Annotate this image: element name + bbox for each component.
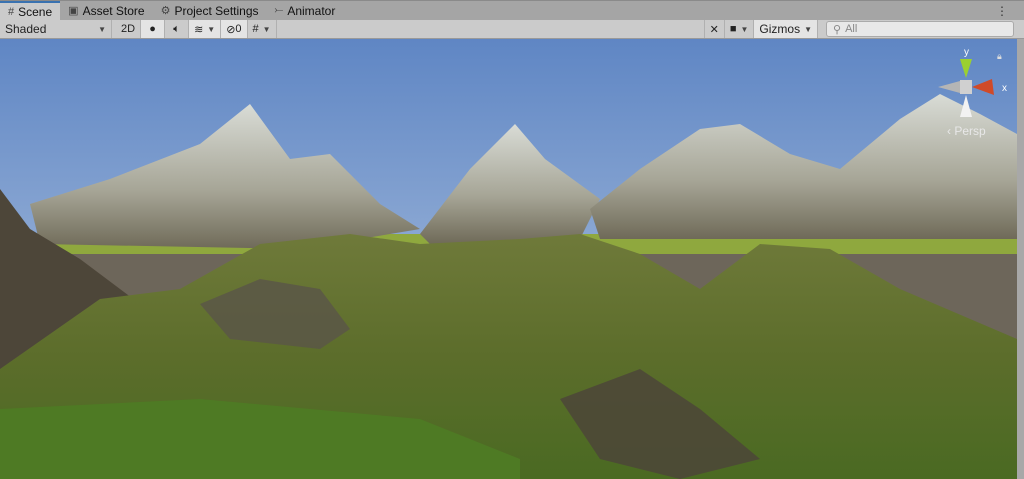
scene-viewport[interactable] (0, 39, 1017, 479)
audio-toggle[interactable]: 🔈︎ (165, 20, 190, 38)
center-cube[interactable] (960, 80, 972, 94)
bag-icon: ▣ (68, 5, 79, 17)
tab-scene[interactable]: # Scene (0, 1, 61, 20)
shading-mode-dropdown[interactable]: Shaded ▼ (0, 20, 112, 38)
tools-icon: ✕ (709, 23, 719, 36)
lighting-toggle[interactable]: ● (141, 20, 166, 38)
chevron-down-icon: ▼ (740, 24, 749, 34)
projection-toggle[interactable]: ‹ Persp (947, 124, 986, 138)
neg-y-axis-cone[interactable] (960, 95, 972, 117)
camera-dropdown[interactable]: ■ ▼ (725, 20, 755, 38)
gizmos-dropdown[interactable]: Gizmos ▼ (754, 20, 818, 38)
more-options-icon[interactable]: ⋮ (996, 4, 1008, 18)
tab-asset-store[interactable]: ▣ Asset Store (60, 1, 152, 20)
y-axis-cone[interactable] (960, 59, 972, 78)
axis-y-label: y (964, 47, 969, 58)
layers-icon: ≋ (194, 23, 204, 36)
camera-icon: ■ (729, 23, 737, 35)
tab-project-settings[interactable]: ⚙ Project Settings (153, 1, 267, 20)
grid-icon: # (8, 5, 15, 18)
x-axis-cone[interactable] (972, 79, 994, 95)
tab-bar: # Scene ▣ Asset Store ⚙ Project Settings ⤚ A… (0, 0, 1024, 20)
terrain-render (0, 39, 1017, 479)
search-icon: ⚲ (833, 23, 842, 36)
chevron-down-icon: ▼ (98, 24, 106, 34)
neg-x-axis-cone[interactable] (938, 81, 960, 93)
speaker-icon: 🔈︎ (173, 22, 180, 35)
scrollbar[interactable] (1017, 39, 1024, 479)
chevron-down-icon: ▼ (207, 24, 216, 34)
tab-animator[interactable]: ⤚ Animator (267, 1, 344, 20)
search-input[interactable]: ⚲ All (826, 21, 1014, 37)
lock-icon[interactable]: 🔒︎ (997, 51, 1002, 62)
scene-toolbar: Shaded ▼ 2D ● 🔈︎ ≋ ▼ ⊘ 0 # ▼ ✕ ■ ▼ Gizmos ▼ ⚲ A… (0, 20, 1024, 39)
gear-icon: ⚙ (160, 5, 171, 17)
hidden-objects-toggle[interactable]: ⊘ 0 (221, 20, 248, 38)
lightbulb-icon: ● (149, 23, 156, 35)
animator-icon: ⤚ (274, 4, 284, 16)
effects-toggle[interactable]: ≋ ▼ (189, 20, 222, 38)
grid-snap-icon: # (252, 23, 259, 35)
chevron-down-icon: ▼ (262, 24, 271, 34)
axis-x-label: x (1002, 83, 1007, 94)
tools-button[interactable]: ✕ (703, 20, 725, 38)
2d-toggle[interactable]: 2D (116, 20, 142, 38)
grid-toggle[interactable]: # ▼ (248, 20, 277, 38)
chevron-down-icon: ▼ (804, 24, 812, 34)
eye-hidden-icon: ⊘ (226, 23, 236, 36)
